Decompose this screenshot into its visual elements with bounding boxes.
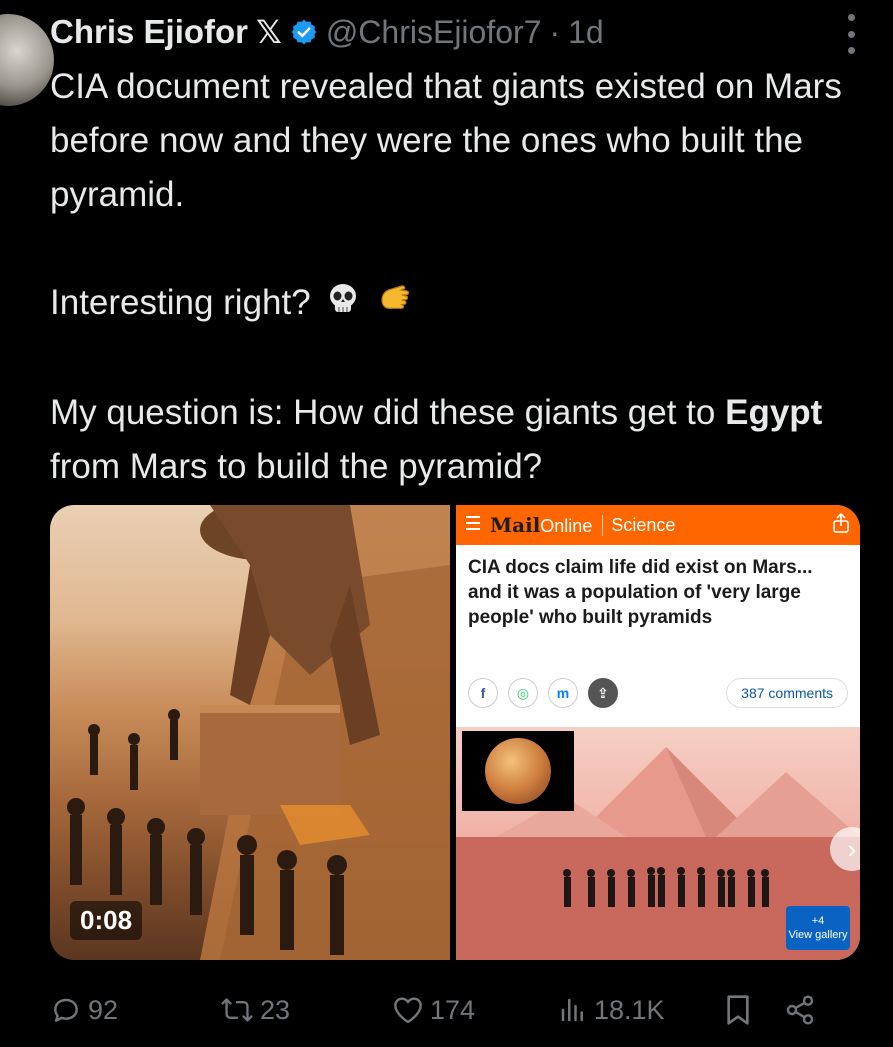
messenger-icon: m bbox=[548, 678, 578, 708]
author-name[interactable]: Chris Ejiofor bbox=[50, 13, 248, 51]
repost-button[interactable]: 23 bbox=[220, 994, 392, 1026]
views-count: 18.1K bbox=[594, 994, 665, 1025]
gallery-count: +4 bbox=[811, 915, 825, 927]
tweet-text-egypt: Egypt bbox=[725, 392, 823, 432]
pyramids-image: › +4 View gallery bbox=[456, 727, 860, 960]
like-button[interactable]: 174 bbox=[392, 995, 558, 1026]
media-grid: 0:08 MailOnline Science CIA docs claim l… bbox=[50, 505, 860, 960]
tweet-header: Chris Ejiofor 𝕏 @ChrisEjiofor7 · 1d bbox=[50, 10, 850, 54]
pointing-hand-emoji-icon bbox=[376, 278, 414, 332]
gallery-label: View gallery bbox=[788, 929, 848, 941]
tweet-text-question: My question is: How did these giants get… bbox=[50, 392, 726, 432]
x-logo-icon: 𝕏 bbox=[256, 14, 282, 50]
mail-section: Science bbox=[602, 514, 675, 536]
menu-icon bbox=[466, 515, 480, 536]
bookmark-icon bbox=[724, 994, 752, 1026]
repost-icon bbox=[220, 994, 254, 1026]
mars-image bbox=[462, 731, 574, 811]
mail-brand: Mail bbox=[490, 513, 541, 537]
video-thumbnail[interactable]: 0:08 bbox=[50, 505, 450, 960]
repost-count: 23 bbox=[260, 994, 291, 1025]
share-icon bbox=[832, 512, 850, 538]
tweet-text-line2: Interesting right? bbox=[50, 276, 870, 332]
more-options-icon[interactable] bbox=[845, 14, 857, 54]
tweet-text-interesting: Interesting right? bbox=[50, 283, 311, 322]
article-screenshot[interactable]: MailOnline Science CIA docs claim life d… bbox=[456, 505, 860, 960]
tweet-text-line3: My question is: How did these giants get… bbox=[50, 386, 870, 494]
article-share-icon: ⇪ bbox=[588, 678, 618, 708]
heart-icon bbox=[392, 995, 424, 1025]
views-button[interactable]: 18.1K bbox=[558, 995, 724, 1026]
mail-brand-suffix: Online bbox=[540, 516, 593, 536]
separator-dot: · bbox=[549, 13, 561, 50]
author-handle[interactable]: @ChrisEjiofor7 bbox=[326, 14, 542, 51]
like-count: 174 bbox=[430, 994, 476, 1025]
skull-emoji-icon bbox=[326, 278, 360, 332]
whatsapp-icon: ◎ bbox=[508, 678, 538, 708]
reply-button[interactable]: 92 bbox=[50, 994, 220, 1026]
article-headline: CIA docs claim life did exist on Mars...… bbox=[468, 557, 813, 628]
article-social-row: f ◎ m ⇪ 387 comments bbox=[468, 673, 848, 713]
reply-icon bbox=[50, 994, 82, 1026]
tweet-text-line1: CIA document revealed that giants existe… bbox=[50, 67, 842, 214]
tweet-text-question-end: from Mars to build the pyramid? bbox=[50, 446, 543, 486]
verified-badge-icon bbox=[290, 18, 318, 46]
tweet-text: CIA document revealed that giants existe… bbox=[50, 60, 870, 494]
article-comments: 387 comments bbox=[726, 678, 848, 708]
reply-count: 92 bbox=[88, 994, 119, 1025]
facebook-icon: f bbox=[468, 678, 498, 708]
share-button[interactable] bbox=[784, 994, 816, 1026]
view-gallery-button: +4 View gallery bbox=[786, 906, 850, 950]
tweet-timestamp[interactable]: 1d bbox=[568, 14, 604, 51]
mail-header: MailOnline Science bbox=[456, 505, 860, 545]
video-duration: 0:08 bbox=[70, 901, 143, 940]
tweet-actions: 92 23 174 18.1K bbox=[50, 985, 850, 1035]
share-network-icon bbox=[784, 994, 816, 1026]
bookmark-button[interactable] bbox=[724, 994, 784, 1026]
author-avatar[interactable] bbox=[0, 14, 54, 106]
views-icon bbox=[558, 995, 588, 1025]
